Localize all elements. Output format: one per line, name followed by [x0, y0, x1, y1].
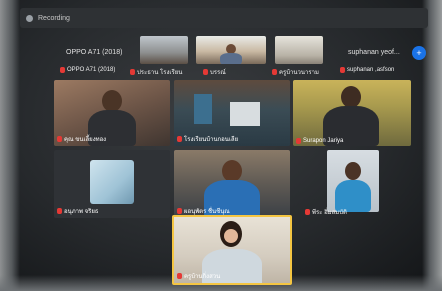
active-speaker-video-tile[interactable]: ครูบ้านกิ่งสวน [172, 215, 292, 285]
participant-name-tag: ครูบ้านกิ่งสวน [177, 271, 220, 281]
participant-avatar-image [90, 160, 134, 204]
header-participant-name: suphanan yeof... [348, 49, 400, 56]
mic-off-icon [296, 138, 301, 144]
record-dot-icon [26, 14, 33, 22]
add-icon: + [416, 48, 422, 58]
participant-video-tile[interactable]: โรงเรียนบ้านกอนเลีย [174, 80, 290, 146]
participant-video-tile[interactable]: คุณ ขนเลี้ยงทอง [54, 80, 170, 146]
mic-off-icon [177, 273, 182, 279]
monitor-bezel-left [0, 0, 20, 291]
mic-off-icon [177, 136, 182, 142]
participant-video-tile[interactable]: ผอนุพัตร ชื่นชีนุณ [174, 150, 290, 218]
mic-off-icon [340, 67, 345, 73]
mic-off-icon [177, 208, 182, 214]
strip-video-tile[interactable] [275, 36, 323, 64]
mic-off-icon [57, 136, 62, 142]
background-poster [194, 94, 212, 124]
strip-video-tile[interactable] [196, 36, 266, 64]
meeting-top-bar: Recording [20, 8, 428, 28]
participant-name-tag: โรงเรียนบ้านกอนเลีย [177, 134, 238, 144]
strip-participant-label: ประธาน โรงเรียน [130, 67, 182, 77]
background-window [230, 102, 260, 126]
mic-off-icon [203, 69, 208, 75]
participant-label: พีระ อิ่มสมบัติ [305, 207, 347, 217]
strip-participant-label: OPPO A71 (2018) [60, 67, 115, 73]
mic-off-icon [60, 67, 65, 73]
mic-off-icon [57, 208, 62, 214]
mic-off-icon [130, 69, 135, 75]
participant-video-tile[interactable]: Surapon Jariya [293, 80, 411, 146]
strip-video-tile[interactable] [140, 36, 188, 64]
strip-participant-label: บรรณ์ [203, 67, 226, 77]
monitor-bezel-right [422, 0, 442, 291]
participant-name-tag: คุณ ขนเลี้ยงทอง [57, 134, 106, 144]
participant-video-tile[interactable]: อนุภาพ จริยธ [54, 150, 170, 218]
participant-name-tag: อนุภาพ จริยธ [57, 206, 99, 216]
participant-video-tile[interactable] [327, 150, 379, 212]
participant-name-tag: Surapon Jariya [296, 138, 343, 144]
recording-label: Recording [38, 14, 70, 22]
add-participant-button[interactable]: + [412, 46, 426, 60]
strip-participant-label: ครูบ้านวนาราม [272, 67, 319, 77]
mic-off-icon [305, 209, 310, 215]
mic-off-icon [272, 69, 277, 75]
strip-participant-label: suphanan ,asfson [340, 67, 394, 73]
speaker-face [224, 229, 238, 243]
header-participant-name: OPPO A71 (2018) [66, 49, 123, 56]
